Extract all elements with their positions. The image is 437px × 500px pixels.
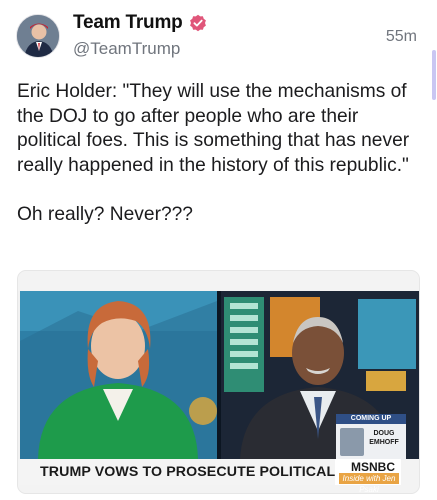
network-logo: MSNBC: [351, 460, 395, 474]
chyron-text: TRUMP VOWS TO PROSECUTE POLITICAL FOES: [40, 464, 379, 480]
verified-badge-icon: [189, 14, 207, 32]
coming-up-thumbnail: [340, 428, 364, 456]
coming-up-body: DOUG EMHOFF: [336, 424, 406, 460]
author-handle[interactable]: @TeamTrump: [73, 39, 180, 59]
post-body-text: Eric Holder: "They will use the mechanis…: [17, 81, 410, 225]
coming-up-card: COMING UP DOUG EMHOFF: [336, 414, 406, 460]
avatar-image: [17, 15, 59, 57]
coming-up-label: COMING UP: [336, 414, 406, 424]
display-name[interactable]: Team Trump: [73, 12, 183, 34]
post-card[interactable]: Team Trump @TeamTrump 55m Eric Holder: "…: [0, 0, 437, 500]
avatar[interactable]: [16, 14, 60, 58]
network-brand: MSNBC Inside with Jen Psaki: [335, 459, 401, 494]
network-show-name: Inside with Jen Psaki: [339, 473, 399, 494]
author-name-row: Team Trump: [73, 12, 207, 34]
post-timestamp[interactable]: 55m: [386, 28, 417, 46]
coming-up-name: DOUG EMHOFF: [369, 430, 399, 446]
news-chyron: TRUMP VOWS TO PROSECUTE POLITICAL FOES M…: [19, 459, 401, 494]
scrollbar-thumb[interactable]: [432, 50, 436, 100]
